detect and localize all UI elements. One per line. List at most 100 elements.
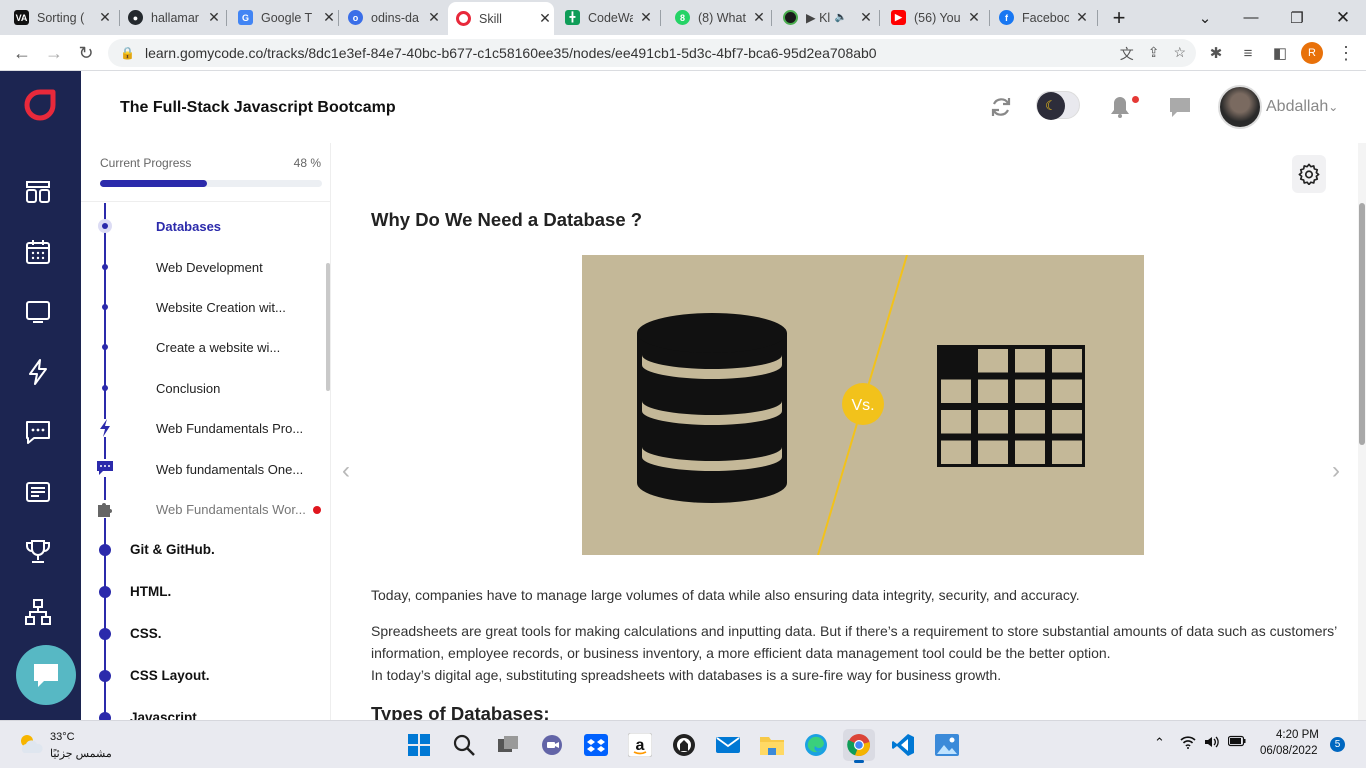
bookmark-star-icon[interactable]: ☆ bbox=[1173, 44, 1186, 64]
nav-section-javascript[interactable]: Javascript bbox=[130, 710, 197, 720]
back-arrow-icon[interactable]: ← bbox=[10, 41, 34, 65]
close-tab-icon[interactable]: ✕ bbox=[96, 9, 114, 26]
grid-cell bbox=[978, 349, 1008, 373]
forward-arrow-icon[interactable]: → bbox=[42, 41, 66, 65]
browser-tab-active[interactable]: Skill ✕ bbox=[448, 2, 554, 35]
browser-tab[interactable]: f Faceboo ✕ bbox=[999, 4, 1091, 31]
refresh-icon[interactable] bbox=[989, 95, 1013, 119]
nav-item-web-fundamentals-project[interactable]: Web Fundamentals Pro... bbox=[156, 421, 303, 436]
battery-icon[interactable] bbox=[1227, 735, 1246, 750]
nav-section-css[interactable]: CSS. bbox=[130, 626, 162, 641]
restore-button[interactable]: ❐ bbox=[1274, 0, 1320, 35]
profile-avatar[interactable]: R bbox=[1301, 42, 1323, 64]
teams-chat-icon[interactable] bbox=[536, 729, 568, 761]
github-desktop-icon[interactable] bbox=[668, 729, 700, 761]
close-window-button[interactable]: ✕ bbox=[1320, 0, 1366, 35]
timeline-dot bbox=[102, 264, 108, 270]
browser-menu-icon[interactable]: ⋮ bbox=[1334, 41, 1358, 65]
dark-mode-toggle[interactable]: ☾ bbox=[1036, 91, 1080, 120]
dropbox-icon[interactable] bbox=[580, 729, 612, 761]
nav-section-git-github[interactable]: Git & GitHub. bbox=[130, 542, 215, 557]
nav-item-conclusion[interactable]: Conclusion bbox=[156, 381, 220, 396]
weather-description[interactable]: مشمس جزئيًا bbox=[50, 747, 112, 760]
chevron-up-icon[interactable]: ⌃ bbox=[1154, 735, 1165, 751]
chrome-icon[interactable] bbox=[843, 729, 875, 763]
next-arrow-icon[interactable]: › bbox=[1332, 457, 1340, 485]
weather-temperature[interactable]: 33°C bbox=[50, 731, 75, 743]
nav-section-css-layout[interactable]: CSS Layout. bbox=[130, 668, 210, 683]
username[interactable]: Abdallah⌄ bbox=[1266, 98, 1338, 116]
message-icon[interactable] bbox=[1168, 95, 1192, 119]
clock-time[interactable]: 4:20 PM bbox=[1276, 729, 1319, 741]
share-icon[interactable]: ⇪ bbox=[1148, 44, 1160, 64]
tab-search-chevron-icon[interactable]: ⌄ bbox=[1182, 0, 1228, 35]
paragraph: In today’s digital age, substituting spr… bbox=[371, 667, 1002, 683]
browser-tab[interactable]: o odins-da ✕ bbox=[348, 4, 443, 31]
edge-icon[interactable] bbox=[800, 729, 832, 761]
lesson-content: Why Do We Need a Database ? ‹ › Vs. Toda… bbox=[332, 143, 1358, 720]
address-bar[interactable]: 🔒 learn.gomycode.co/tracks/8dc1e3ef-84e7… bbox=[108, 39, 1196, 67]
news-icon[interactable] bbox=[24, 478, 52, 506]
bell-icon[interactable] bbox=[1108, 95, 1132, 119]
chat-icon[interactable] bbox=[24, 418, 52, 446]
lightning-icon[interactable] bbox=[24, 358, 52, 386]
calendar-icon[interactable] bbox=[24, 238, 52, 266]
reload-icon[interactable]: ↻ bbox=[74, 41, 98, 65]
close-tab-icon[interactable]: ✕ bbox=[536, 10, 554, 27]
nav-item-databases[interactable]: Databases bbox=[156, 219, 221, 234]
browser-tab[interactable]: ▶ (56) You ✕ bbox=[891, 4, 983, 31]
windows-start-button[interactable] bbox=[403, 729, 435, 761]
file-explorer-icon[interactable] bbox=[756, 729, 788, 761]
photos-icon[interactable] bbox=[931, 729, 963, 761]
browser-tab[interactable]: 8 (8) What ✕ bbox=[675, 4, 768, 31]
nav-scrollbar[interactable] bbox=[326, 263, 330, 391]
hierarchy-icon[interactable] bbox=[24, 598, 52, 626]
browser-tab[interactable]: ● hallamar ✕ bbox=[128, 4, 223, 31]
close-tab-icon[interactable]: ✕ bbox=[637, 9, 655, 26]
gomycode-logo-icon[interactable] bbox=[24, 89, 56, 121]
support-chat-button[interactable] bbox=[16, 645, 76, 705]
close-tab-icon[interactable]: ✕ bbox=[1073, 9, 1091, 26]
nav-item-web-development[interactable]: Web Development bbox=[156, 260, 263, 275]
minimize-button[interactable]: — bbox=[1228, 0, 1274, 35]
nav-item-web-fundamentals-workshop[interactable]: Web Fundamentals Wor... bbox=[156, 502, 306, 517]
clock-date[interactable]: 06/08/2022 bbox=[1260, 745, 1318, 757]
extensions-puzzle-icon[interactable]: ✱ bbox=[1204, 41, 1228, 65]
page-scrollbar[interactable] bbox=[1358, 143, 1366, 720]
media-queue-icon[interactable]: ≡ bbox=[1236, 41, 1260, 65]
nav-item-website-creation[interactable]: Website Creation wit... bbox=[156, 300, 286, 315]
browser-tab[interactable]: G Google T ✕ bbox=[238, 4, 338, 31]
close-tab-icon[interactable]: ✕ bbox=[857, 9, 875, 26]
vscode-icon[interactable] bbox=[887, 729, 919, 761]
translate-icon[interactable]: 文 bbox=[1120, 44, 1134, 64]
close-tab-icon[interactable]: ✕ bbox=[750, 9, 768, 26]
wifi-icon[interactable] bbox=[1180, 735, 1196, 752]
close-tab-icon[interactable]: ✕ bbox=[320, 9, 338, 26]
browser-tab[interactable]: ╋ CodeWa ✕ bbox=[565, 4, 655, 31]
avatar[interactable] bbox=[1218, 85, 1262, 129]
close-tab-icon[interactable]: ✕ bbox=[205, 9, 223, 26]
nav-item-web-fundamentals-one[interactable]: Web fundamentals One... bbox=[156, 462, 303, 477]
nav-item-create-website[interactable]: Create a website wi... bbox=[156, 340, 280, 355]
laptop-icon[interactable] bbox=[24, 298, 52, 326]
settings-button[interactable] bbox=[1292, 155, 1326, 193]
new-tab-button[interactable]: + bbox=[1096, 0, 1142, 35]
scrollbar-thumb[interactable] bbox=[1359, 203, 1365, 445]
close-tab-icon[interactable]: ✕ bbox=[425, 9, 443, 26]
nav-section-html[interactable]: HTML. bbox=[130, 584, 171, 599]
partly-sunny-icon[interactable] bbox=[18, 733, 44, 755]
mail-icon[interactable] bbox=[712, 729, 744, 761]
browser-tab[interactable]: VA Sorting ( ✕ bbox=[14, 4, 114, 31]
close-tab-icon[interactable]: ✕ bbox=[965, 9, 983, 26]
search-icon[interactable] bbox=[448, 729, 480, 761]
trophy-icon[interactable] bbox=[24, 538, 52, 566]
volume-icon[interactable] bbox=[1204, 735, 1220, 752]
task-view-icon[interactable] bbox=[492, 729, 524, 761]
grid-cell bbox=[978, 440, 1008, 464]
browser-tab[interactable]: ▶ Kl 🔈 ✕ bbox=[783, 4, 875, 31]
notification-badge[interactable]: 5 bbox=[1330, 737, 1345, 752]
side-panel-icon[interactable]: ◧ bbox=[1268, 41, 1292, 65]
amazon-icon[interactable]: a bbox=[624, 729, 656, 761]
tracks-icon[interactable] bbox=[24, 178, 52, 206]
previous-arrow-icon[interactable]: ‹ bbox=[342, 457, 350, 485]
